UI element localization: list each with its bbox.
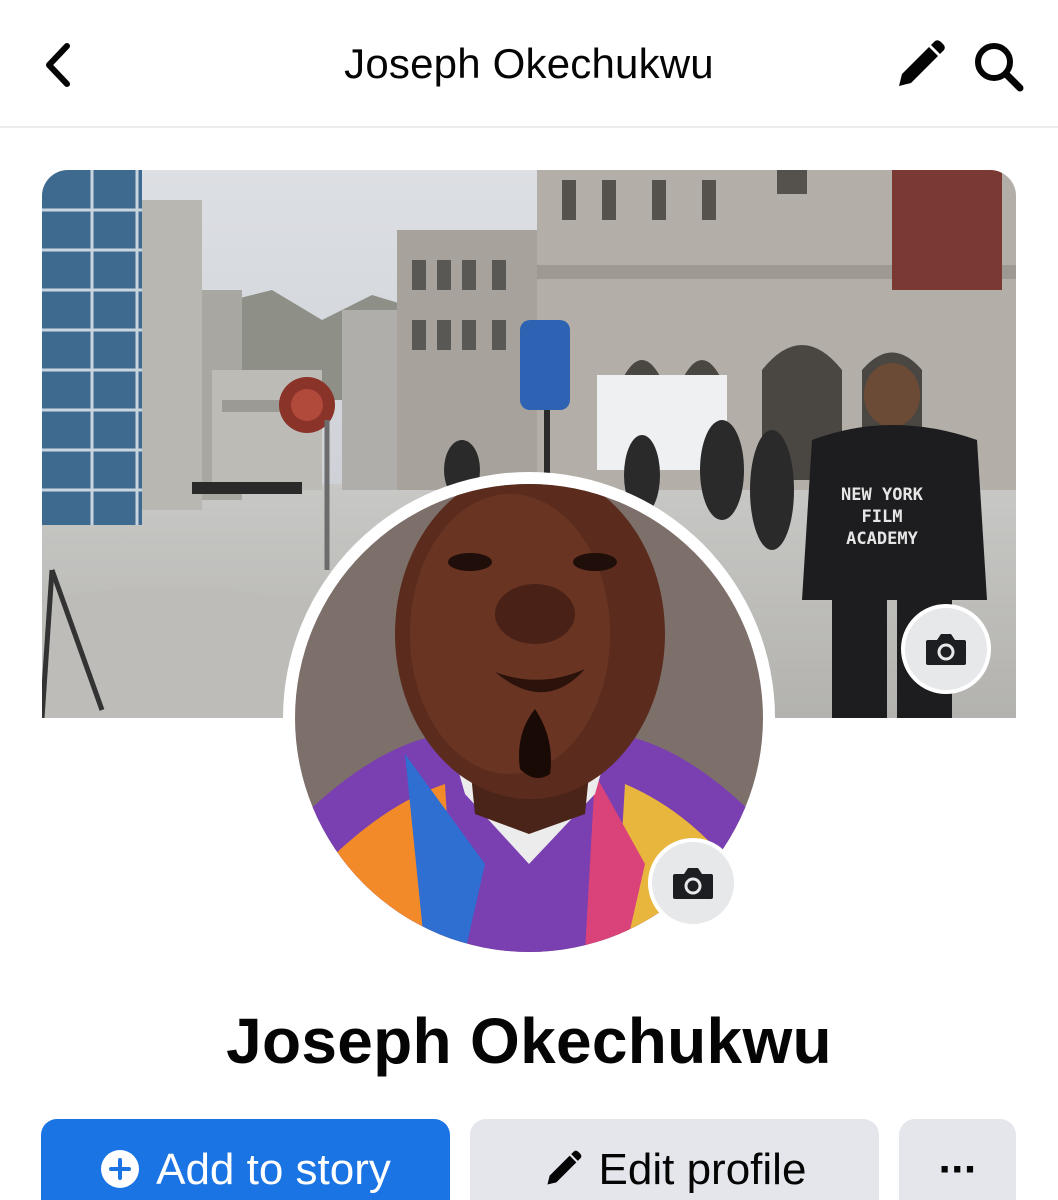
more-options-label: ··· bbox=[938, 1145, 979, 1194]
search-icon bbox=[975, 43, 1024, 92]
edit-cover-photo-button[interactable] bbox=[901, 604, 991, 694]
edit-button[interactable] bbox=[893, 38, 947, 92]
jacket-text-line-3: ACADEMY bbox=[846, 529, 918, 549]
edit-profile-button[interactable]: Edit profile bbox=[470, 1119, 879, 1200]
edit-profile-label: Edit profile bbox=[598, 1145, 807, 1194]
pencil-icon bbox=[899, 40, 945, 86]
camera-icon bbox=[926, 634, 966, 665]
top-navigation-bar: Joseph Okechukwu bbox=[0, 0, 1058, 128]
camera-icon bbox=[673, 868, 713, 899]
plus-circle-icon bbox=[100, 1149, 140, 1189]
jacket-text-line-1: NEW YORK bbox=[841, 485, 924, 505]
pencil-icon bbox=[543, 1149, 583, 1189]
search-button[interactable] bbox=[970, 38, 1028, 94]
profile-name: Joseph Okechukwu bbox=[226, 1005, 832, 1077]
add-to-story-label: Add to story bbox=[156, 1145, 391, 1194]
more-options-button[interactable]: ··· bbox=[899, 1119, 1016, 1200]
jacket-text-line-2: FILM bbox=[862, 507, 903, 527]
add-to-story-button[interactable]: Add to story bbox=[41, 1119, 450, 1200]
edit-profile-picture-button[interactable] bbox=[648, 838, 738, 928]
